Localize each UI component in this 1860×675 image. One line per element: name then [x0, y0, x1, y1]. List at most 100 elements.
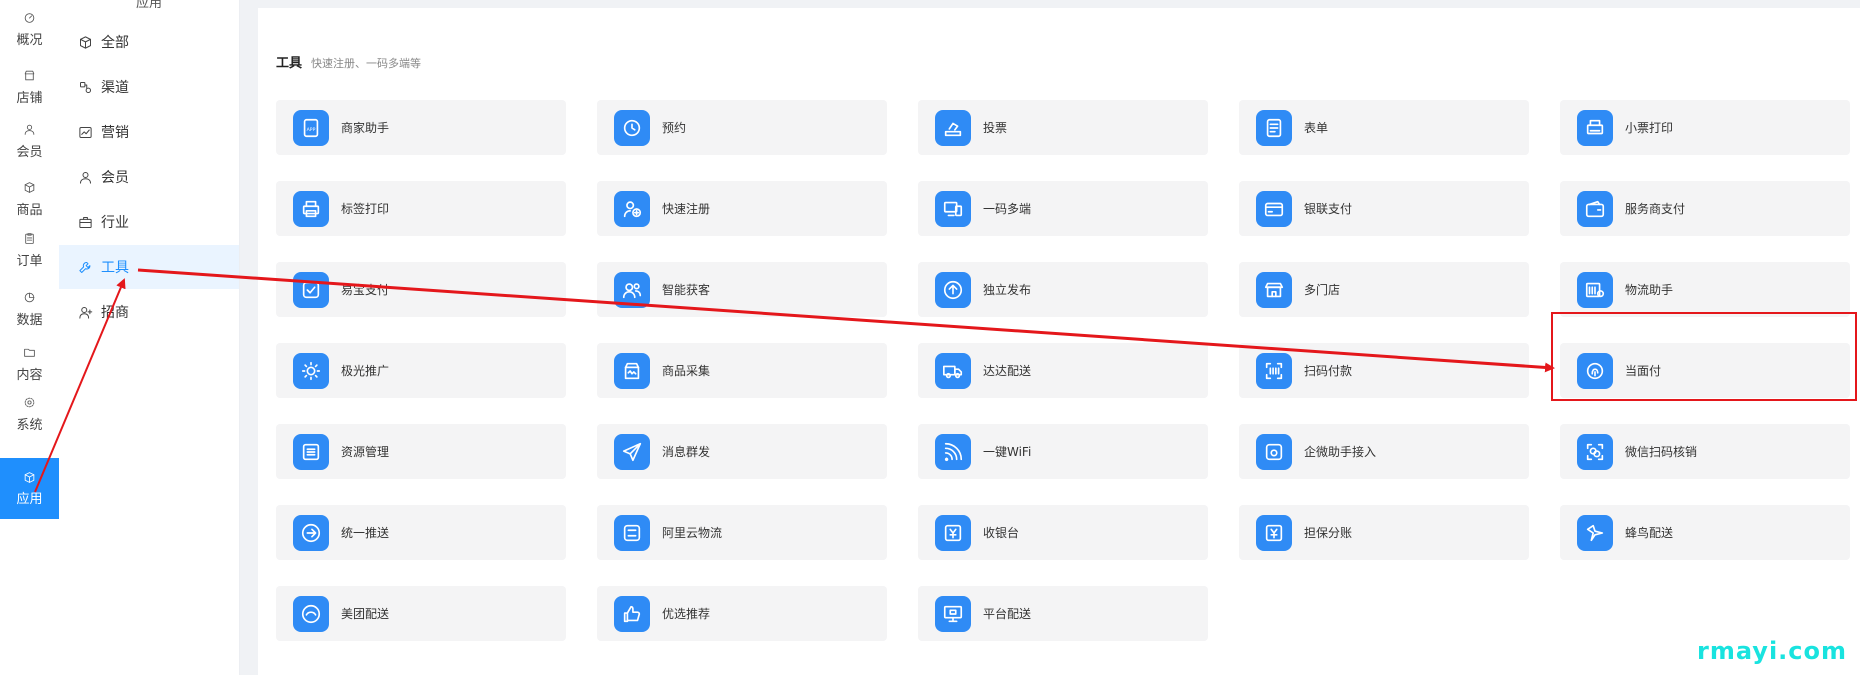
tool-card[interactable]: 物流助手 — [1560, 262, 1850, 317]
tool-card[interactable]: 投票 — [918, 100, 1208, 155]
tool-card[interactable]: 极光推广 — [276, 343, 566, 398]
sidebar-item-label: 行业 — [101, 215, 129, 231]
tool-card-label: 阿里云物流 — [662, 526, 723, 540]
tool-card[interactable]: 美团配送 — [276, 586, 566, 641]
guarantee-icon — [1256, 514, 1292, 551]
store-icon — [23, 69, 37, 83]
tool-card-label: 达达配送 — [983, 364, 1032, 378]
logistics-icon — [1577, 271, 1613, 308]
tool-card[interactable]: 消息群发 — [597, 424, 887, 479]
tool-card[interactable]: 商品采集 — [597, 343, 887, 398]
sidebar-item-label: 渠道 — [101, 80, 129, 96]
multi-device-icon — [935, 190, 971, 227]
tool-card[interactable]: 易宝支付 — [276, 262, 566, 317]
tool-card[interactable]: 阿里云物流 — [597, 505, 887, 560]
rail-item-4[interactable]: 商品 — [0, 170, 59, 228]
sidebar-item-label: 工具 — [101, 260, 129, 276]
rail-item-5[interactable]: 订单 — [0, 221, 59, 279]
form-icon — [1256, 109, 1292, 146]
rail-item-label: 店铺 — [16, 90, 43, 106]
tool-card-label: 独立发布 — [983, 283, 1032, 297]
sidebar-item-3[interactable]: 营销 — [59, 110, 239, 154]
briefcase-icon — [78, 214, 94, 230]
rail-item-9[interactable]: 应用 — [0, 458, 59, 519]
tool-card[interactable]: 蜂鸟配送 — [1560, 505, 1850, 560]
tool-card-label: 服务商支付 — [1625, 202, 1686, 216]
tool-card[interactable]: 收银台 — [918, 505, 1208, 560]
tool-card[interactable]: 达达配送 — [918, 343, 1208, 398]
printer-icon — [293, 190, 329, 227]
tool-card[interactable]: 小票打印 — [1560, 100, 1850, 155]
tool-card-label: 物流助手 — [1625, 283, 1674, 297]
sidebar-item-4[interactable]: 会员 — [59, 155, 239, 199]
tool-card[interactable]: 一码多端 — [918, 181, 1208, 236]
tool-card[interactable]: 快速注册 — [597, 181, 887, 236]
tool-card-label: 一码多端 — [983, 202, 1032, 216]
sidebar-item-5[interactable]: 行业 — [59, 200, 239, 244]
tool-card-label: 多门店 — [1304, 283, 1341, 297]
tool-card-label: 美团配送 — [341, 607, 390, 621]
tool-card[interactable]: 微信扫码核销 — [1560, 424, 1850, 479]
tool-card[interactable]: 平台配送 — [918, 586, 1208, 641]
tool-card[interactable]: 担保分账 — [1239, 505, 1529, 560]
collect-icon — [614, 352, 650, 389]
tool-card-label: 消息群发 — [662, 445, 711, 459]
rail-item-8[interactable]: 系统 — [0, 385, 59, 443]
tool-card[interactable]: 一键WiFi — [918, 424, 1208, 479]
clock-icon — [614, 109, 650, 146]
user-icon — [23, 123, 37, 137]
tool-card-label: 优选推荐 — [662, 607, 711, 621]
tool-card[interactable]: 优选推荐 — [597, 586, 887, 641]
rail-item-3[interactable]: 会员 — [0, 112, 59, 170]
tool-card-label: 极光推广 — [341, 364, 390, 378]
rail-item-label: 订单 — [16, 253, 43, 269]
tool-card-label: 预约 — [662, 121, 687, 135]
wecom-icon — [1256, 433, 1292, 470]
sidebar-item-1[interactable]: 全部 — [59, 20, 239, 64]
fingerprint-icon — [1577, 352, 1613, 389]
tool-card-label: 商家助手 — [341, 121, 390, 135]
tool-card-label: 标签打印 — [341, 202, 390, 216]
box-icon — [23, 181, 37, 195]
main-nav-rail: 概况 店铺 会员 商品 订单 数据 内容 系统 应用 — [0, 0, 60, 675]
tool-card[interactable]: 当面付 — [1560, 343, 1850, 398]
sidebar-item-2[interactable]: 渠道 — [59, 65, 239, 109]
push-icon — [293, 514, 329, 551]
tool-card[interactable]: 表单 — [1239, 100, 1529, 155]
rail-item-6[interactable]: 数据 — [0, 280, 59, 338]
tool-card-label: 易宝支付 — [341, 283, 390, 297]
tool-card[interactable]: 预约 — [597, 100, 887, 155]
cashier-icon — [935, 514, 971, 551]
tool-card[interactable]: 独立发布 — [918, 262, 1208, 317]
tool-card[interactable]: 资源管理 — [276, 424, 566, 479]
rail-item-2[interactable]: 店铺 — [0, 58, 59, 116]
tool-card[interactable]: 银联支付 — [1239, 181, 1529, 236]
tool-card[interactable]: 企微助手接入 — [1239, 424, 1529, 479]
sidebar-title: 应用 — [135, 0, 162, 11]
cube-icon — [78, 34, 94, 50]
sidebar-item-7[interactable]: 招商 — [59, 290, 239, 334]
user-plus-icon — [78, 304, 94, 320]
tool-card[interactable]: 智能获客 — [597, 262, 887, 317]
sidebar-item-6[interactable]: 工具 — [59, 245, 239, 289]
upload-icon — [935, 271, 971, 308]
meituan-icon — [293, 595, 329, 632]
aliyun-icon — [614, 514, 650, 551]
folder-icon — [23, 346, 37, 360]
tool-card[interactable]: 标签打印 — [276, 181, 566, 236]
tool-card[interactable]: 扫码付款 — [1239, 343, 1529, 398]
tool-card[interactable]: 统一推送 — [276, 505, 566, 560]
tool-card-label: 一键WiFi — [983, 445, 1032, 459]
rail-item-label: 应用 — [16, 492, 43, 507]
gear-icon — [23, 396, 37, 410]
tool-card[interactable]: 多门店 — [1239, 262, 1529, 317]
tool-card[interactable]: APP 商家助手 — [276, 100, 566, 155]
section-title: 工具 快速注册、一码多端等 — [276, 56, 422, 71]
wallet-icon — [1577, 190, 1613, 227]
rail-item-label: 会员 — [16, 144, 43, 160]
pie-icon — [23, 291, 37, 305]
rail-item-1[interactable]: 概况 — [0, 0, 59, 58]
receipt-printer-icon — [1577, 109, 1613, 146]
truck-icon — [935, 352, 971, 389]
tool-card[interactable]: 服务商支付 — [1560, 181, 1850, 236]
